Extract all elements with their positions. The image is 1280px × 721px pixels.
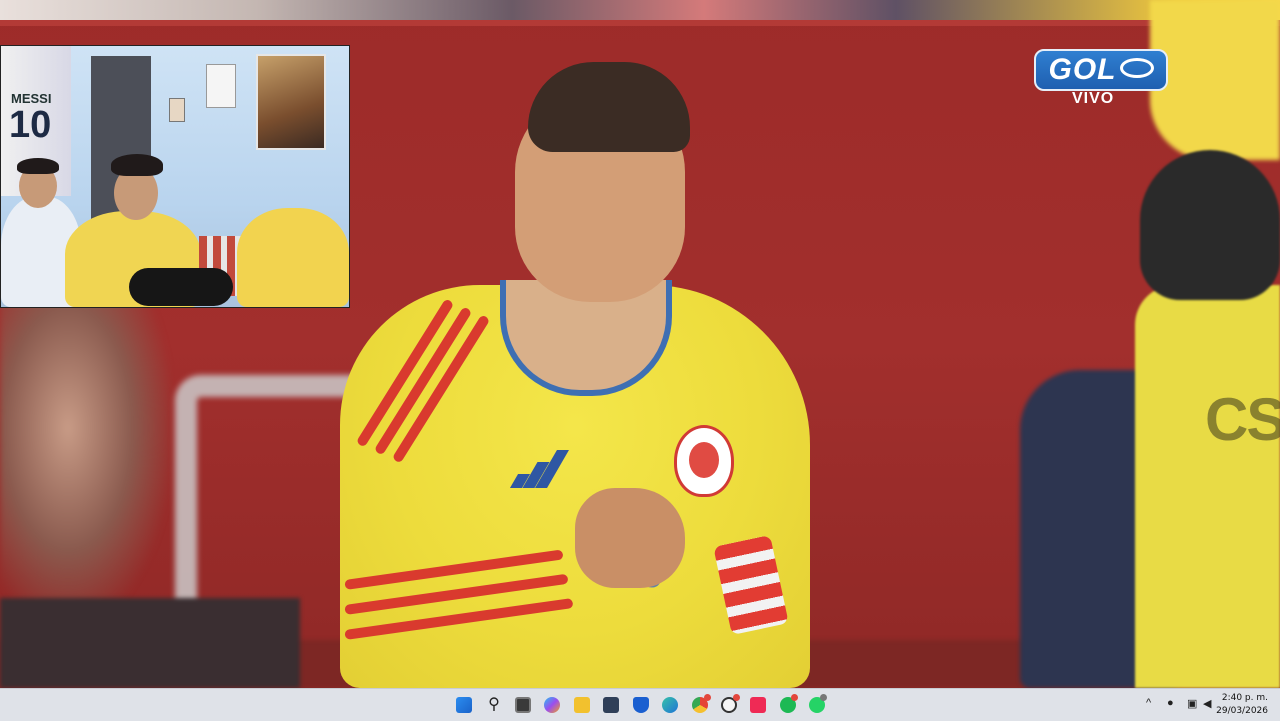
clock-time: 2:40 p. m. xyxy=(1221,693,1268,703)
blurred-figure-top xyxy=(1150,0,1280,160)
microphone-icon[interactable]: ● xyxy=(1167,697,1174,709)
volume-icon[interactable]: ◀ xyxy=(1203,697,1211,710)
microphone xyxy=(129,268,233,306)
copilot-icon[interactable] xyxy=(544,697,560,713)
player-fist xyxy=(575,488,685,588)
wall-picture xyxy=(169,98,185,122)
clock-date: 29/03/2026 xyxy=(1216,706,1268,716)
task-view-icon[interactable] xyxy=(515,697,531,713)
notification-badge xyxy=(791,694,798,701)
file-explorer-icon[interactable] xyxy=(574,697,590,713)
wall-poster xyxy=(256,54,326,150)
vest-print: CS xyxy=(1205,386,1280,453)
adidas-logo xyxy=(508,448,569,488)
show-hidden-icons-button[interactable]: ^ xyxy=(1146,697,1151,709)
microsoft-store-icon[interactable] xyxy=(603,697,619,713)
blurred-spectator xyxy=(0,300,170,620)
player-hair xyxy=(528,62,690,152)
person-center-hair xyxy=(111,154,163,176)
notification-badge xyxy=(704,694,711,701)
network-icon[interactable]: ▣ xyxy=(1187,697,1197,710)
official-vest xyxy=(1135,285,1280,688)
notification-badge xyxy=(820,694,827,701)
taskbar: ⚲ ^ ● ▣ ◀ 2:40 p. m. 29/03/2026 xyxy=(0,688,1280,721)
jersey-number-wall: 10 xyxy=(9,104,52,146)
crowd-background xyxy=(0,0,1280,22)
wall-picture xyxy=(206,64,236,108)
search-icon[interactable]: ⚲ xyxy=(484,695,504,715)
edge-icon[interactable] xyxy=(662,697,678,713)
live-label: VIVO xyxy=(1072,90,1115,107)
channel-logo: GOL xyxy=(1034,49,1168,91)
channel-logo-text: GOL xyxy=(1048,53,1117,86)
notification-badge xyxy=(733,694,740,701)
person-left-hair xyxy=(17,158,59,174)
tiktok-icon[interactable] xyxy=(750,697,766,713)
advertising-board-edge xyxy=(0,20,1280,26)
dugout-shadow xyxy=(0,598,300,688)
official-cap xyxy=(1140,150,1280,300)
federation-crest xyxy=(674,425,734,497)
windows-start-icon[interactable] xyxy=(456,697,472,713)
eye-icon xyxy=(1119,58,1154,78)
person-right xyxy=(237,208,349,307)
system-clock[interactable]: 2:40 p. m. 29/03/2026 xyxy=(1216,692,1268,718)
webcam-overlay: MESSI 10 xyxy=(0,45,350,308)
defender-icon[interactable] xyxy=(633,697,649,713)
